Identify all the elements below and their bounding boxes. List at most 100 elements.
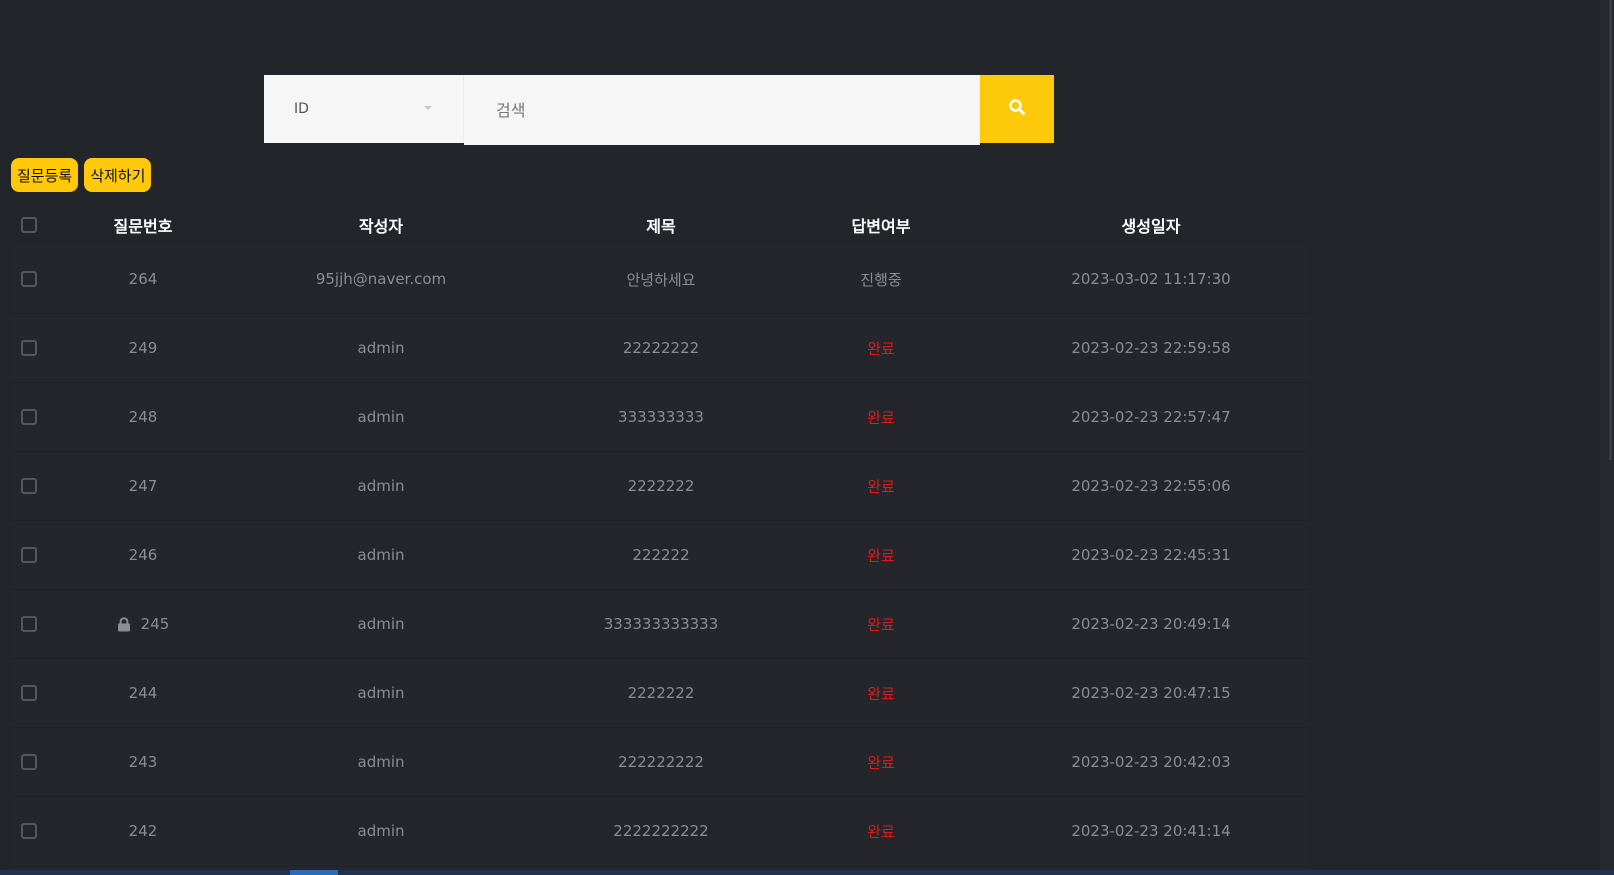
- row-number-cell: 244: [83, 659, 203, 727]
- row-created-date: 2023-02-23 20:49:14: [1071, 615, 1231, 633]
- row-number-cell: 242: [83, 797, 203, 865]
- row-answered-status: 완료: [867, 339, 895, 358]
- question-table: 질문번호 작성자 제목 답변여부 생성일자 264 95jjh@naver.com…: [11, 205, 1309, 866]
- row-checkbox-cell: [11, 245, 47, 313]
- row-number: 247: [128, 477, 158, 495]
- row-number: 242: [128, 822, 158, 840]
- row-checkbox[interactable]: [21, 616, 37, 632]
- header-created[interactable]: 생성일자: [1051, 205, 1251, 245]
- row-number-cell: 243: [83, 728, 203, 796]
- row-number: 245: [140, 615, 170, 633]
- table-row[interactable]: 244 admin 2222222 완료 2023-02-23 20:47:15: [11, 659, 1309, 728]
- row-answered-status: 완료: [867, 822, 895, 841]
- table-body: 264 95jjh@naver.com 안녕하세요 진행중 2023-03-02 11:…: [11, 245, 1309, 866]
- row-checkbox[interactable]: [21, 340, 37, 356]
- page: ID 질문등록 삭제하기 질문번호 작성자 제목 답변여부 생성일자: [0, 0, 1614, 875]
- table-row[interactable]: 264 95jjh@naver.com 안녕하세요 진행중 2023-03-02 11:…: [11, 245, 1309, 314]
- row-created-date: 2023-02-23 22:55:06: [1071, 477, 1231, 495]
- row-title-link[interactable]: 222222: [571, 521, 751, 589]
- row-checkbox-cell: [11, 452, 47, 520]
- row-checkbox[interactable]: [21, 409, 37, 425]
- row-checkbox[interactable]: [21, 271, 37, 287]
- search-input[interactable]: [464, 75, 980, 145]
- header-title[interactable]: 제목: [571, 205, 751, 245]
- delete-button[interactable]: 삭제하기: [84, 158, 152, 192]
- row-answered-status: 완료: [867, 546, 895, 565]
- row-checkbox-cell: [11, 590, 47, 658]
- table-row[interactable]: 249 admin 22222222 완료 2023-02-23 22:59:58: [11, 314, 1309, 383]
- row-number-cell: 246: [83, 521, 203, 589]
- lock-icon: [117, 616, 131, 632]
- row-number: 243: [128, 753, 158, 771]
- row-title-link[interactable]: 22222222: [571, 314, 751, 382]
- header-answered[interactable]: 답변여부: [811, 205, 951, 245]
- row-number-cell: 249: [83, 314, 203, 382]
- search-filter-select[interactable]: ID: [264, 75, 464, 143]
- row-answered-status: 완료: [867, 477, 895, 496]
- row-number-cell: 245: [83, 590, 203, 658]
- row-created-date: 2023-02-23 20:41:14: [1071, 822, 1231, 840]
- row-number-cell: 247: [83, 452, 203, 520]
- search-button[interactable]: [980, 75, 1054, 143]
- row-answered-status: 완료: [867, 615, 895, 634]
- row-title-link[interactable]: 333333333: [571, 383, 751, 451]
- row-answered-status: 완료: [867, 408, 895, 427]
- row-author: 95jjh@naver.com: [315, 270, 447, 288]
- table-row[interactable]: 248 admin 333333333 완료 2023-02-23 22:57:47: [11, 383, 1309, 452]
- row-checkbox-cell: [11, 314, 47, 382]
- row-title-link[interactable]: 333333333333: [571, 590, 751, 658]
- row-checkbox[interactable]: [21, 823, 37, 839]
- row-author: admin: [357, 546, 405, 564]
- row-title-link[interactable]: 2222222222: [571, 797, 751, 865]
- table-row[interactable]: 242 admin 2222222222 완료 2023-02-23 20:41:14: [11, 797, 1309, 866]
- row-author: admin: [357, 408, 405, 426]
- row-number: 264: [128, 270, 158, 288]
- scrollbar-thumb[interactable]: [1609, 0, 1612, 460]
- select-all-checkbox[interactable]: [21, 217, 37, 233]
- row-checkbox-cell: [11, 383, 47, 451]
- row-checkbox[interactable]: [21, 547, 37, 563]
- row-checkbox-cell: [11, 521, 47, 589]
- table-row[interactable]: 245 admin 333333333333 완료 2023-02-23 20:49:1…: [11, 590, 1309, 659]
- search-bar: ID: [264, 75, 1054, 145]
- row-number: 244: [128, 684, 158, 702]
- vertical-scrollbar[interactable]: [1600, 0, 1614, 875]
- row-title-link[interactable]: 안녕하세요: [571, 245, 751, 313]
- row-number: 248: [128, 408, 158, 426]
- table-header-row: 질문번호 작성자 제목 답변여부 생성일자: [11, 205, 1309, 245]
- row-author: admin: [357, 615, 405, 633]
- row-checkbox[interactable]: [21, 478, 37, 494]
- row-answered-status: 진행중: [860, 270, 902, 289]
- row-created-date: 2023-02-23 20:47:15: [1071, 684, 1231, 702]
- table-row[interactable]: 247 admin 2222222 완료 2023-02-23 22:55:06: [11, 452, 1309, 521]
- chevron-down-icon: [424, 106, 432, 110]
- row-created-date: 2023-02-23 22:45:31: [1071, 546, 1231, 564]
- header-number[interactable]: 질문번호: [83, 205, 203, 245]
- row-created-date: 2023-03-02 11:17:30: [1071, 270, 1231, 288]
- header-author[interactable]: 작성자: [291, 205, 471, 245]
- row-title-link[interactable]: 2222222: [571, 659, 751, 727]
- search-icon: [1008, 98, 1026, 120]
- row-answered-status: 완료: [867, 684, 895, 703]
- row-checkbox[interactable]: [21, 685, 37, 701]
- row-checkbox[interactable]: [21, 754, 37, 770]
- row-number: 249: [128, 339, 158, 357]
- table-row[interactable]: 243 admin 222222222 완료 2023-02-23 20:42:03: [11, 728, 1309, 797]
- action-buttons: 질문등록 삭제하기: [11, 158, 152, 192]
- row-number-cell: 264: [83, 245, 203, 313]
- row-author: admin: [357, 753, 405, 771]
- row-title-link[interactable]: 2222222: [571, 452, 751, 520]
- row-checkbox-cell: [11, 659, 47, 727]
- row-author: admin: [357, 339, 405, 357]
- taskbar-active-indicator: [290, 870, 338, 875]
- row-author: admin: [357, 477, 405, 495]
- row-title-link[interactable]: 222222222: [571, 728, 751, 796]
- taskbar-strip: [0, 870, 1614, 875]
- row-created-date: 2023-02-23 20:42:03: [1071, 753, 1231, 771]
- row-author: admin: [357, 684, 405, 702]
- table-row[interactable]: 246 admin 222222 완료 2023-02-23 22:45:31: [11, 521, 1309, 590]
- register-question-button[interactable]: 질문등록: [11, 158, 79, 192]
- search-filter-value: ID: [294, 101, 309, 117]
- header-checkbox-cell: [11, 205, 47, 245]
- row-created-date: 2023-02-23 22:59:58: [1071, 339, 1231, 357]
